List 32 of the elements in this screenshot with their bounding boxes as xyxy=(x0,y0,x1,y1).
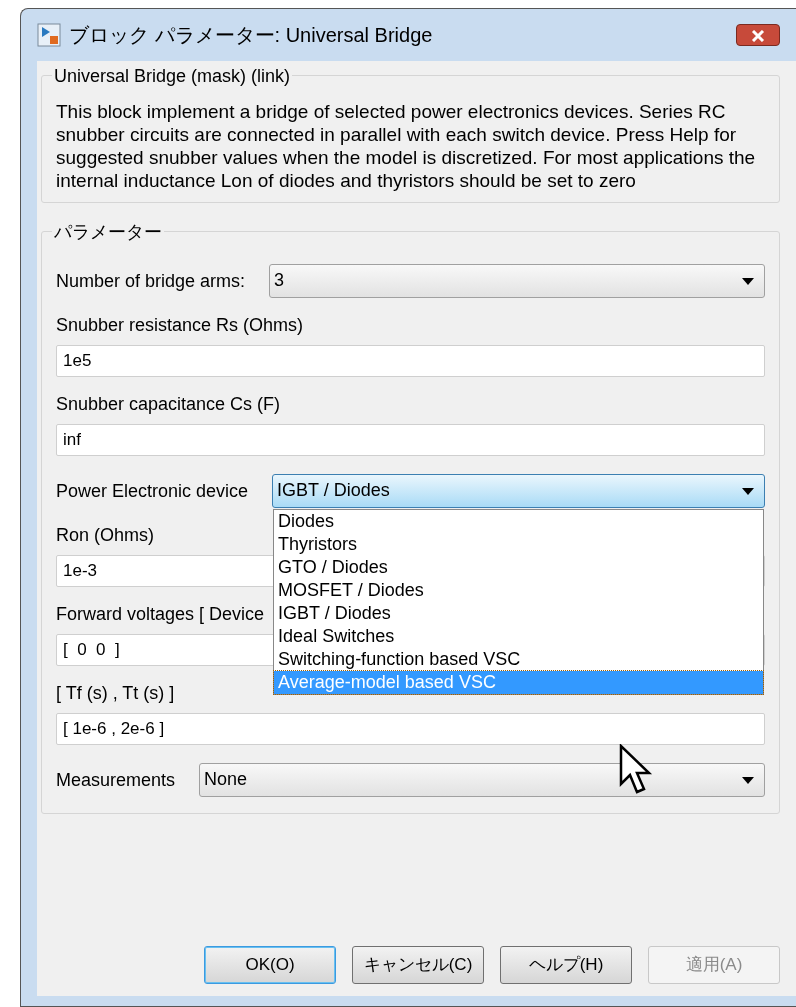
block-icon xyxy=(37,23,61,47)
dropdown-option[interactable]: GTO / Diodes xyxy=(274,556,763,579)
input-field[interactable]: 1e5 xyxy=(56,345,765,377)
dropdown-option[interactable]: Diodes xyxy=(274,510,763,533)
field-label: Ron (Ohms) xyxy=(56,524,154,547)
caret-icon xyxy=(742,777,754,784)
caret-icon xyxy=(742,278,754,285)
input-field[interactable]: inf xyxy=(56,424,765,456)
dropdown-option[interactable]: IGBT / Diodes xyxy=(274,602,763,625)
caret-icon xyxy=(742,488,754,495)
field-label: Number of bridge arms: xyxy=(56,269,246,293)
field-label: Snubber resistance Rs (Ohms) xyxy=(56,314,304,337)
dropdown-option[interactable]: Ideal Switches xyxy=(274,625,763,648)
input-field[interactable]: [ 1e-6 , 2e-6 ] xyxy=(56,713,765,745)
field-label: Power Electronic device xyxy=(56,479,249,503)
dropdown[interactable]: 3 xyxy=(269,264,765,298)
dropdown-option[interactable]: Switching-function based VSC xyxy=(274,648,763,671)
field-label: Snubber capacitance Cs (F) xyxy=(56,393,281,416)
dropdown[interactable]: None xyxy=(199,763,765,797)
window-title: ブロック パラメーター: Universal Bridge xyxy=(69,23,433,48)
description-text: This block implement a bridge of selected power electronics devices. Series RC snubber circuits are connected in parallel with each switch device. Press Help for suggested snubber values when the model is discretized. For most applications the internal inductance Lon of diodes and thyristors should be set to zero xyxy=(56,100,757,192)
dialog-button[interactable]: ヘルプ(H) xyxy=(500,946,632,984)
field-label: Forward voltages [ Device xyxy=(56,603,265,626)
close-button[interactable] xyxy=(736,24,780,46)
close-icon xyxy=(751,30,765,43)
dropdown-option[interactable]: Thyristors xyxy=(274,533,763,556)
dialog-button[interactable]: キャンセル(C) xyxy=(352,946,484,984)
mouse-cursor-icon xyxy=(619,744,653,796)
dialog-button[interactable]: OK(O) xyxy=(204,946,336,984)
field-label: Measurements xyxy=(56,768,176,792)
field-label: [ Tf (s) , Tt (s) ] xyxy=(56,682,175,705)
dropdown-option[interactable]: MOSFET / Diodes xyxy=(274,579,763,602)
